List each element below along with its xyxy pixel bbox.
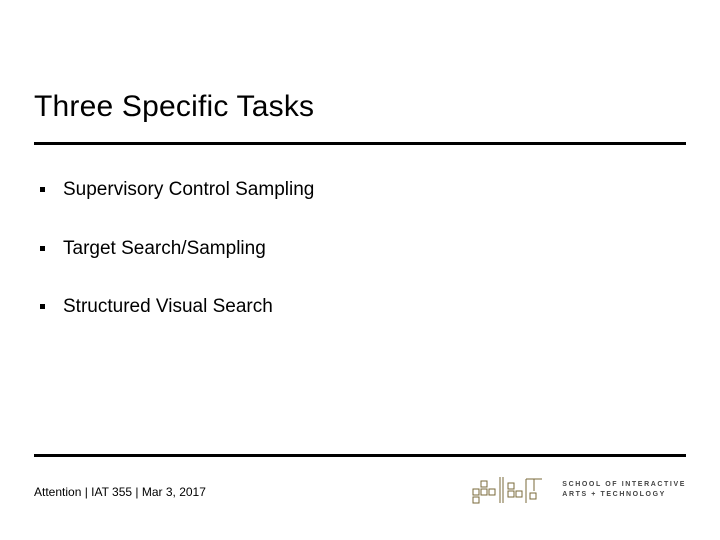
list-item: Supervisory Control Sampling (40, 178, 660, 203)
slide-title: Three Specific Tasks (34, 90, 314, 124)
siat-mark-icon (472, 473, 550, 507)
bullet-list: Supervisory Control Sampling Target Sear… (40, 178, 660, 354)
bullet-icon (40, 187, 45, 192)
slide: Three Specific Tasks Supervisory Control… (0, 0, 720, 540)
list-item: Target Search/Sampling (40, 237, 660, 262)
divider-bottom (34, 454, 686, 457)
logo-text: School of Interactive Arts + Technology (562, 480, 686, 500)
bullet-text: Target Search/Sampling (63, 237, 266, 262)
bullet-icon (40, 246, 45, 251)
logo-line2: Arts + Technology (562, 490, 686, 500)
logo: School of Interactive Arts + Technology (472, 473, 686, 507)
bullet-icon (40, 304, 45, 309)
bullet-text: Structured Visual Search (63, 295, 273, 320)
divider-top (34, 142, 686, 145)
list-item: Structured Visual Search (40, 295, 660, 320)
bullet-text: Supervisory Control Sampling (63, 178, 314, 203)
logo-line1: School of Interactive (562, 480, 686, 490)
footer-text: Attention | IAT 355 | Mar 3, 2017 (34, 485, 206, 499)
